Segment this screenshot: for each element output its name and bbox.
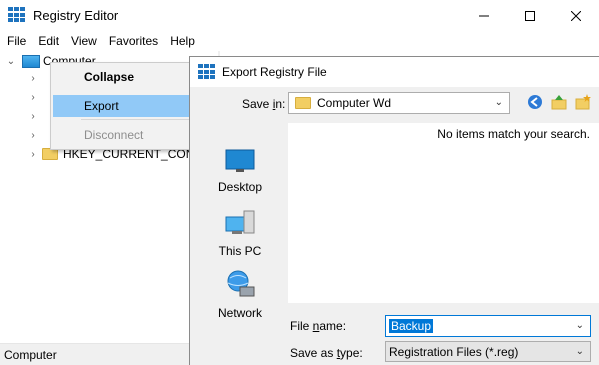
minimize-button[interactable]	[461, 0, 507, 31]
registry-editor-icon	[198, 64, 215, 80]
tree-item-hive[interactable]: ›	[28, 107, 38, 125]
minimize-icon	[479, 15, 489, 16]
places-bar: Desktop This PC Network	[200, 123, 286, 359]
chevron-down-icon[interactable]: ⌄	[576, 320, 584, 331]
save-in-value: Computer Wd	[317, 96, 392, 110]
save-in-label: Save in:	[242, 97, 286, 111]
place-network[interactable]: Network	[200, 269, 280, 320]
menu-item-disconnect: Disconnect	[84, 128, 144, 142]
save-as-type-value: Registration Files (*.reg)	[389, 345, 519, 359]
desktop-icon	[225, 149, 255, 172]
place-this-pc[interactable]: This PC	[200, 209, 280, 258]
menu-item-export[interactable]: Export	[53, 95, 191, 117]
dialog-title-bar: Export Registry File	[190, 57, 599, 87]
network-icon	[227, 270, 255, 297]
title-bar: Registry Editor	[0, 0, 599, 31]
menu-edit[interactable]: Edit	[32, 31, 65, 51]
file-name-label: File name:	[290, 319, 347, 333]
place-label: This PC	[218, 244, 262, 258]
menu-view[interactable]: View	[65, 31, 103, 51]
close-button[interactable]	[553, 0, 599, 31]
save-as-type-dropdown[interactable]: Registration Files (*.reg) ⌄	[385, 341, 591, 362]
chevron-right-icon[interactable]: ›	[28, 88, 38, 106]
chevron-down-icon: ⌄	[494, 97, 503, 108]
new-folder-icon[interactable]	[574, 93, 592, 111]
save-as-type-label: Save as type:	[290, 346, 363, 360]
place-label: Desktop	[217, 180, 263, 194]
empty-message: No items match your search.	[437, 127, 590, 141]
dialog-title: Export Registry File	[222, 65, 327, 79]
file-name-value[interactable]: Backup	[389, 319, 434, 333]
this-pc-icon	[225, 210, 255, 234]
tree-item-hive[interactable]: ›	[28, 88, 38, 106]
chevron-down-icon[interactable]: ⌄	[6, 52, 16, 70]
menu-item-collapse[interactable]: Collapse	[53, 66, 191, 88]
chevron-right-icon[interactable]: ›	[28, 126, 38, 144]
export-registry-dialog: Export Registry File Save in: Computer W…	[189, 56, 599, 365]
maximize-icon	[525, 10, 535, 21]
back-icon[interactable]	[526, 93, 544, 111]
menu-bar: File Edit View Favorites Help	[0, 31, 599, 51]
menu-file[interactable]: File	[0, 31, 32, 51]
maximize-button[interactable]	[507, 0, 553, 31]
tree-item-hive[interactable]: ›	[28, 126, 38, 144]
registry-editor-icon	[8, 7, 25, 23]
close-icon	[571, 10, 581, 21]
save-in-dropdown[interactable]: Computer Wd ⌄	[288, 92, 510, 114]
chevron-right-icon[interactable]: ›	[28, 145, 38, 163]
up-folder-icon[interactable]	[550, 93, 568, 111]
chevron-down-icon: ⌄	[575, 346, 584, 357]
place-desktop[interactable]: Desktop	[200, 149, 280, 194]
menu-separator	[81, 119, 189, 120]
file-name-field[interactable]: Backup ⌄	[385, 315, 591, 337]
computer-icon	[22, 54, 40, 68]
menu-favorites[interactable]: Favorites	[103, 31, 164, 51]
window-title: Registry Editor	[33, 7, 119, 23]
chevron-right-icon[interactable]: ›	[28, 69, 38, 87]
place-label: Network	[217, 306, 262, 320]
folder-icon	[295, 97, 311, 109]
dialog-toolbar	[526, 93, 599, 111]
tree-item-hive[interactable]: ›	[28, 69, 38, 87]
context-menu: Collapse Export Disconnect	[50, 62, 192, 150]
chevron-right-icon[interactable]: ›	[28, 107, 38, 125]
menu-help[interactable]: Help	[164, 31, 201, 51]
file-list[interactable]: No items match your search.	[288, 123, 599, 303]
